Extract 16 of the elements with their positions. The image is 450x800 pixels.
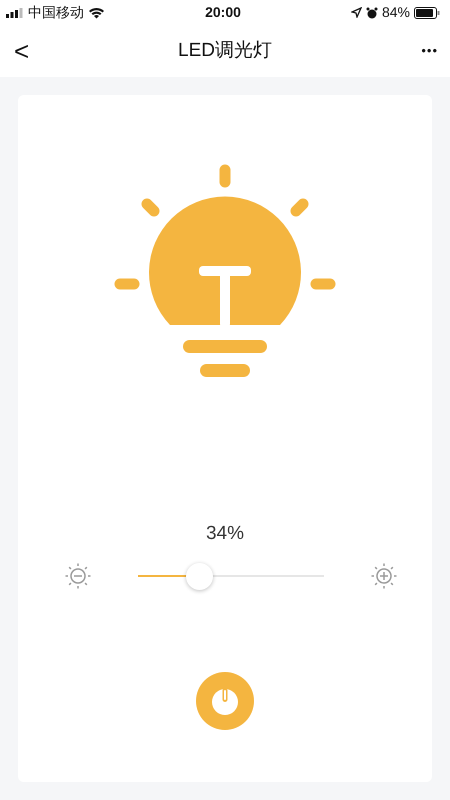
brightness-slider[interactable]: [138, 562, 324, 590]
location-arrow-icon: [350, 7, 362, 18]
status-time: 20:00: [204, 3, 242, 22]
battery-percent: 84%: [382, 3, 410, 22]
page-title: LED调光灯: [177, 38, 273, 63]
wifi-icon: [88, 6, 105, 18]
brightness-value: 34%: [206, 522, 244, 546]
battery-icon: [414, 6, 440, 18]
more-button[interactable]: •••: [390, 41, 450, 61]
brightness-up-icon[interactable]: [371, 563, 397, 589]
brightness-down-icon[interactable]: [65, 563, 91, 589]
alarm-clock-icon: [366, 6, 378, 18]
back-button[interactable]: <: [0, 38, 60, 64]
carrier-name: 中国移动: [28, 3, 84, 22]
signal-icon: [6, 8, 24, 18]
slider-handle[interactable]: [186, 562, 214, 590]
